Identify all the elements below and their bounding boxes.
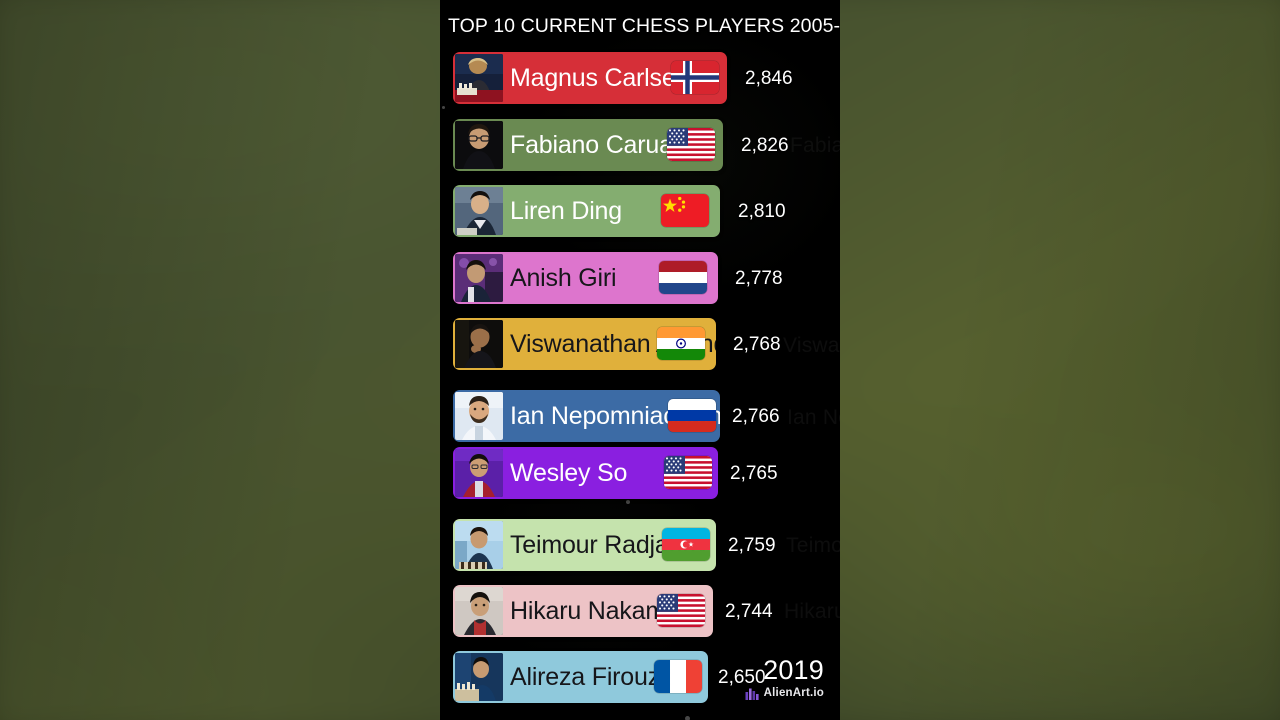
flag-norway-icon: [671, 61, 719, 94]
flag-usa-icon: [657, 594, 705, 627]
flag-usa-icon: [667, 128, 715, 161]
player-avatar: [455, 449, 503, 497]
player-avatar: [455, 587, 503, 635]
player-name: Magnus Carlsen: [510, 65, 690, 91]
screenshot-root: TOP 10 CURRENT CHESS PLAYERS 2005-now Fa…: [0, 0, 1280, 720]
flag-russia-icon: [668, 399, 716, 432]
bar-value-label: 2,810: [738, 201, 786, 222]
watermark: AlienArt.io: [745, 686, 824, 700]
player-avatar: [455, 320, 503, 368]
ghost-label: Teimou: [786, 534, 840, 557]
video-speck: [685, 716, 690, 720]
bar-value-label: 2,778: [735, 268, 783, 289]
bar-value-label: 2,744: [725, 601, 773, 622]
ghost-label: Viswan: [783, 334, 840, 357]
page-title: TOP 10 CURRENT CHESS PLAYERS 2005-now: [448, 15, 840, 37]
ghost-label: Ian Ne: [787, 406, 840, 429]
ghost-label: Fabia: [790, 134, 840, 157]
bar-value-label: 2,766: [732, 406, 780, 427]
player-avatar: [455, 521, 503, 569]
year-counter: 2019: [763, 655, 824, 685]
ghost-label: Hikaru: [784, 600, 840, 623]
flag-china-icon: [661, 194, 709, 227]
bar-value-label: 2,759: [728, 535, 776, 556]
bar-value-label: 2,765: [730, 463, 778, 484]
video-panel[interactable]: TOP 10 CURRENT CHESS PLAYERS 2005-now Fa…: [440, 0, 840, 720]
video-speck: [626, 500, 630, 504]
flag-france-icon: [654, 660, 702, 693]
flag-netherlands-icon: [659, 261, 707, 294]
player-avatar: [455, 187, 503, 235]
flag-india-icon: [657, 327, 705, 360]
player-avatar: [455, 254, 503, 302]
player-name: Liren Ding: [510, 198, 622, 224]
bar-value-label: 2,846: [745, 68, 793, 89]
flag-azerbaijan-icon: [662, 528, 710, 561]
player-avatar: [455, 121, 503, 169]
video-speck: [442, 106, 445, 109]
player-avatar: [455, 653, 503, 701]
player-name: Wesley So: [510, 460, 628, 486]
bar-chart-icon: [745, 688, 759, 700]
player-name: Anish Giri: [510, 265, 617, 291]
watermark-text: AlienArt.io: [763, 687, 824, 699]
bar-value-label: 2,768: [733, 334, 781, 355]
player-avatar: [455, 392, 503, 440]
bar-value-label: 2,826: [741, 135, 789, 156]
player-avatar: [455, 54, 503, 102]
flag-usa-icon: [664, 456, 712, 489]
